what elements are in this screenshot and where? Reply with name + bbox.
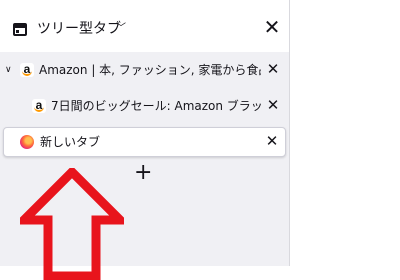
tab-title: 7日間のビッグセール: Amazon ブラックフライデー	[51, 99, 261, 113]
tab-title: 新しいタブ	[40, 135, 101, 149]
tab-item-amazon[interactable]: ∨ a Amazon | 本, ファッション, 家電から食品まで | アマゾン …	[0, 55, 289, 85]
twisty-collapse-icon[interactable]: ∨	[5, 64, 12, 76]
tab-item-new-tab[interactable]: 新しいタブ ✕	[3, 127, 286, 157]
amazon-icon: a	[20, 63, 34, 77]
tab-title: Amazon | 本, ファッション, 家電から食品まで | アマゾン	[39, 63, 261, 77]
tab-item-amazon-sale[interactable]: a 7日間のビッグセール: Amazon ブラックフライデー ✕	[0, 91, 289, 121]
close-sidebar-button[interactable]: ✕	[262, 17, 282, 37]
sidebar-header: ツリー型タブ ﹀ ✕	[0, 0, 289, 52]
close-tab-button[interactable]: ✕	[265, 133, 279, 149]
chevron-down-icon[interactable]: ﹀	[116, 22, 126, 36]
arrow-up-icon	[20, 168, 124, 280]
firefox-icon	[20, 135, 34, 149]
tree-style-tab-sidebar: ツリー型タブ ﹀ ✕ ∨ a Amazon | 本, ファッション, 家電から食…	[0, 0, 290, 280]
red-arrow-annotation	[20, 168, 124, 280]
sidebar-switcher-title[interactable]: ツリー型タブ	[37, 20, 121, 38]
tab-tree-list: ∨ a Amazon | 本, ファッション, 家電から食品まで | アマゾン …	[0, 52, 289, 280]
close-tab-button[interactable]: ✕	[266, 61, 280, 77]
close-tab-button[interactable]: ✕	[266, 97, 280, 113]
amazon-icon: a	[32, 99, 46, 113]
sidebar-panel-icon	[13, 23, 27, 36]
new-tab-button[interactable]: +	[134, 162, 152, 184]
